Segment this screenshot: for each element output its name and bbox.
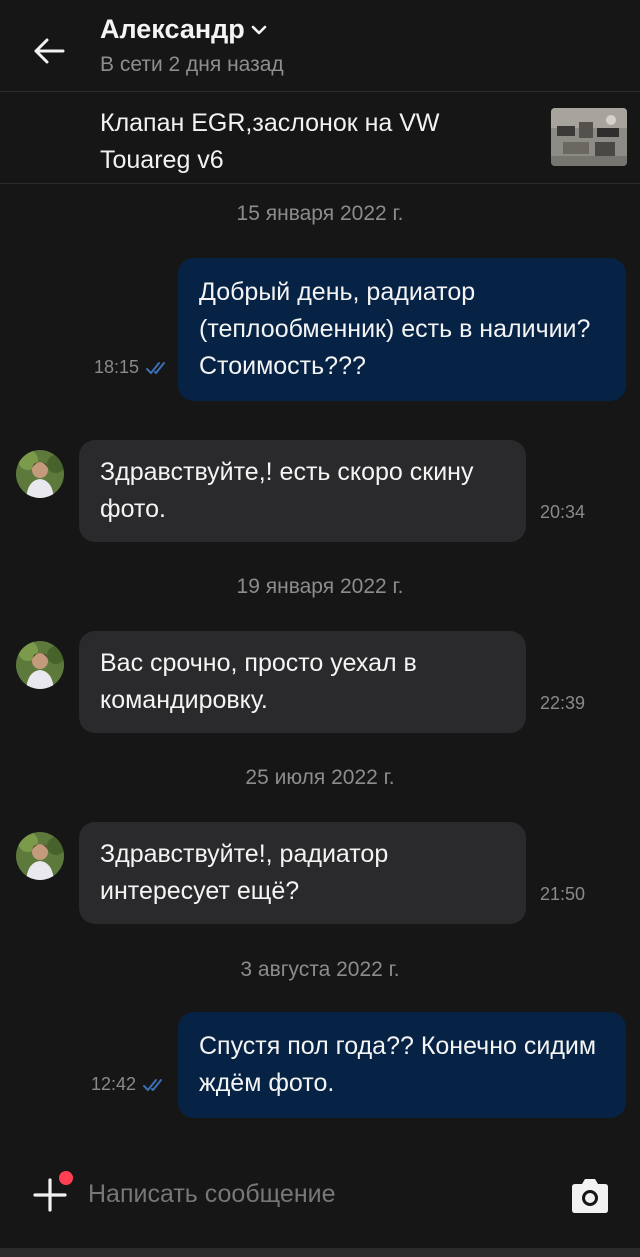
double-check-icon <box>146 361 166 374</box>
message-bubble-outgoing[interactable]: Спустя пол года?? Конечно сидим ждём фот… <box>178 1012 626 1118</box>
notification-dot <box>59 1171 73 1185</box>
message-text: Здравствуйте!, радиатор интересует ещё? <box>100 840 389 905</box>
message-time: 20:34 <box>540 502 586 522</box>
contact-name: Александр <box>100 14 245 44</box>
listing-title: Клапан EGR,заслонок на VW Touareg v6 <box>100 109 440 174</box>
arrow-left-icon <box>34 38 65 64</box>
date-separator: 3 августа 2022 г. <box>240 958 400 981</box>
contact-name-button[interactable]: Александр <box>100 14 267 45</box>
back-button[interactable] <box>28 30 70 72</box>
double-check-icon <box>143 1078 163 1091</box>
message-input[interactable] <box>88 1172 528 1216</box>
camera-button[interactable] <box>568 1176 612 1216</box>
date-separator: 15 января 2022 г. <box>236 202 404 225</box>
avatar[interactable] <box>16 641 64 689</box>
message-bubble-incoming[interactable]: Здравствуйте!, радиатор интересует ещё? <box>79 822 526 924</box>
listing-bar[interactable]: Клапан EGR,заслонок на VW Touareg v6 <box>0 93 640 184</box>
system-nav-bar <box>0 1248 640 1257</box>
message-text: Вас срочно, просто уехал в командировку. <box>100 649 417 714</box>
date-separator: 25 июля 2022 г. <box>245 766 395 789</box>
message-text: Здравствуйте,! есть скоро скину фото. <box>100 458 474 523</box>
message-text: Добрый день, радиатор (теплообменник) ес… <box>199 278 591 380</box>
camera-icon <box>572 1179 608 1213</box>
avatar[interactable] <box>16 450 64 498</box>
chevron-down-icon <box>251 25 267 34</box>
message-meta: 18:15 <box>94 357 171 378</box>
message-bubble-outgoing[interactable]: Добрый день, радиатор (теплообменник) ес… <box>178 258 626 401</box>
message-time: 18:15 <box>94 357 140 377</box>
message-text: Спустя пол года?? Конечно сидим ждём фот… <box>199 1032 597 1097</box>
message-time: 21:50 <box>540 884 586 904</box>
message-time: 12:42 <box>91 1074 137 1094</box>
message-time: 22:39 <box>540 693 586 713</box>
message-composer <box>0 1150 640 1240</box>
chat-header: Александр В сети 2 дня назад <box>0 0 640 92</box>
message-bubble-incoming[interactable]: Здравствуйте,! есть скоро скину фото. <box>79 440 526 542</box>
avatar[interactable] <box>16 832 64 880</box>
date-separator: 19 января 2022 г. <box>236 575 404 598</box>
contact-status: В сети 2 дня назад <box>100 53 284 76</box>
message-meta: 12:42 <box>91 1074 168 1095</box>
listing-thumbnail[interactable] <box>551 108 627 166</box>
message-bubble-incoming[interactable]: Вас срочно, просто уехал в командировку. <box>79 631 526 733</box>
